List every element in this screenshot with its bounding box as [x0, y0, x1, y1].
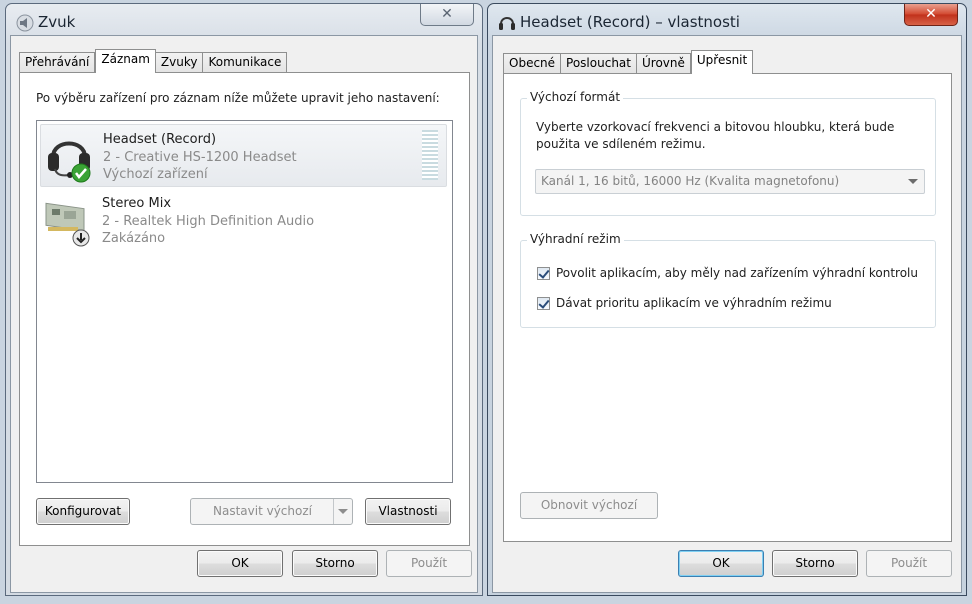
device-status: Zakázáno: [102, 231, 166, 246]
default-format-group: Výchozí formát Vyberte vzorkovací frekve…: [520, 90, 936, 216]
tab-levels[interactable]: Úrovně: [636, 53, 691, 74]
set-default-button[interactable]: Nastavit výchozí: [190, 498, 353, 525]
sound-window-client: Přehrávání Záznam Zvuky Komunikace Po vý…: [10, 35, 478, 593]
speaker-icon: [16, 14, 34, 32]
apply-button[interactable]: Použít: [866, 550, 952, 577]
sound-window-close-button[interactable]: ✕: [420, 4, 474, 26]
device-description: 2 - Creative HS-1200 Headset: [103, 150, 297, 165]
device-description: 2 - Realtek High Definition Audio: [102, 214, 315, 229]
device-headset-record[interactable]: Headset (Record) 2 - Creative HS-1200 He…: [40, 124, 447, 187]
apply-button[interactable]: Použít: [386, 550, 472, 577]
level-meter: [422, 130, 438, 180]
chevron-down-icon: [908, 179, 918, 184]
allow-exclusive-control-option[interactable]: Povolit aplikacím, aby měly nad zařízení…: [537, 266, 918, 282]
restore-defaults-button[interactable]: Obnovit výchozí: [520, 492, 658, 519]
tab-communications[interactable]: Komunikace: [203, 52, 288, 73]
tab-listen[interactable]: Poslouchat: [561, 53, 637, 74]
properties-window-title: Headset (Record) – vlastnosti: [520, 13, 740, 31]
device-status: Výchozí zařízení: [103, 167, 208, 182]
properties-window-client: Obecné Poslouchat Úrovně Upřesnit Výchoz…: [492, 35, 962, 593]
exclusive-mode-title: Výhradní režim: [527, 232, 624, 246]
tab-sounds[interactable]: Zvuky: [155, 52, 204, 73]
allow-exclusive-control-label: Povolit aplikacím, aby měly nad zařízení…: [556, 266, 918, 280]
ok-button[interactable]: OK: [197, 550, 283, 577]
device-name: Stereo Mix: [102, 196, 172, 211]
format-dropdown-value: Kanál 1, 16 bitů, 16000 Hz (Kvalita magn…: [541, 174, 840, 188]
sound-tabs: Přehrávání Záznam Zvuky Komunikace: [19, 49, 288, 73]
tab-advanced[interactable]: Upřesnit: [690, 50, 754, 74]
set-default-label: Nastavit výchozí: [213, 504, 312, 518]
exclusive-priority-option[interactable]: Dávat prioritu aplikacím ve výhradním re…: [537, 296, 917, 312]
recording-tab-panel: Po výběru zařízení pro záznam níže můžet…: [19, 72, 470, 546]
device-stereo-mix[interactable]: Stereo Mix 2 - Realtek High Definition A…: [40, 189, 447, 252]
sound-window-title: Zvuk: [38, 13, 76, 31]
allow-exclusive-control-checkbox[interactable]: [537, 267, 550, 280]
tab-recording[interactable]: Záznam: [95, 49, 156, 73]
default-format-title: Výchozí formát: [527, 90, 624, 104]
exclusive-priority-label: Dávat prioritu aplikacím ve výhradním re…: [556, 296, 832, 310]
sound-window: Zvuk ✕ Přehrávání Záznam Zvuky Komunikac…: [5, 3, 483, 596]
device-list[interactable]: Headset (Record) 2 - Creative HS-1200 He…: [36, 120, 453, 483]
chevron-down-icon: [333, 499, 352, 524]
cancel-button[interactable]: Storno: [292, 550, 378, 577]
ok-button[interactable]: OK: [678, 550, 764, 577]
properties-window-close-button[interactable]: ✕: [904, 4, 958, 26]
exclusive-priority-checkbox[interactable]: [537, 297, 550, 310]
tab-general[interactable]: Obecné: [503, 53, 562, 74]
device-name: Headset (Record): [103, 132, 217, 147]
description-line-2: použita ve sdíleném režimu.: [536, 137, 706, 151]
tab-playback[interactable]: Přehrávání: [19, 52, 96, 73]
properties-window: Headset (Record) – vlastnosti ✕ Obecné P…: [487, 3, 967, 596]
default-format-description: Vyberte vzorkovací frekvenci a bitovou h…: [536, 119, 894, 153]
format-dropdown[interactable]: Kanál 1, 16 bitů, 16000 Hz (Kvalita magn…: [535, 169, 925, 194]
exclusive-mode-group: Výhradní režim Povolit aplikacím, aby mě…: [520, 232, 936, 328]
properties-button[interactable]: Vlastnosti: [365, 498, 451, 525]
properties-tabs: Obecné Poslouchat Úrovně Upřesnit: [503, 50, 754, 74]
cancel-button[interactable]: Storno: [772, 550, 858, 577]
headset-icon: [498, 14, 516, 32]
description-line-1: Vyberte vzorkovací frekvenci a bitovou h…: [536, 120, 895, 134]
advanced-tab-panel: Výchozí formát Vyberte vzorkovací frekve…: [503, 73, 952, 542]
disabled-arrow-badge-icon: [72, 229, 90, 247]
configure-button[interactable]: Konfigurovat: [36, 498, 130, 525]
instruction-text: Po výběru zařízení pro záznam níže můžet…: [36, 91, 440, 105]
check-badge-icon: [71, 163, 91, 183]
